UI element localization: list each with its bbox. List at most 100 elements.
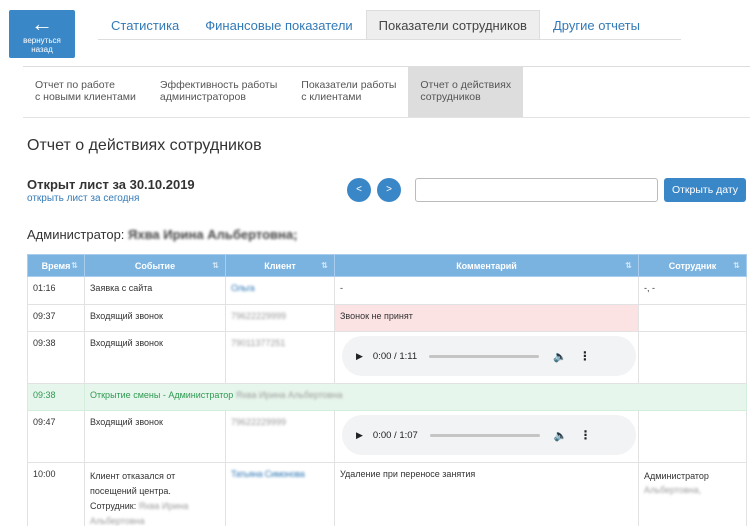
play-icon[interactable]: ▶	[356, 430, 363, 441]
tabs-divider	[98, 39, 681, 40]
client-phone: 79622229999	[231, 311, 287, 321]
admin-heading: Администратор: Яхва Ирина Альбертовна;	[27, 227, 297, 242]
event-employee-label: Сотрудник:	[90, 501, 137, 511]
more-options-icon[interactable]: ⋮	[580, 428, 592, 442]
client-link[interactable]: Татьяна Симонова	[231, 469, 305, 479]
admin-name: Яхва Ирина Альбертовна;	[128, 227, 298, 242]
cell-event: Входящий звонок	[84, 304, 226, 332]
sheet-title: Открыт лист за 30.10.2019	[27, 177, 195, 192]
player-time: 0:00 / 1:07	[372, 429, 418, 441]
player-seek-bar[interactable]	[429, 433, 540, 437]
back-button-label-1: вернуться	[23, 36, 61, 45]
table-row: 09:38 Входящий звонок 79011377251 ▶ 0:00…	[27, 331, 747, 384]
sort-icon: ⇅	[212, 261, 219, 270]
tab-financial[interactable]: Финансовые показатели	[192, 10, 365, 39]
employee-role: Администратор	[644, 471, 709, 481]
tab-employees[interactable]: Показатели сотрудников	[365, 10, 540, 39]
cell-employee	[638, 331, 747, 384]
cell-time: 09:38	[27, 383, 85, 411]
cell-event: Заявка с сайта	[84, 276, 226, 305]
open-date-button[interactable]: Открыть дату	[664, 178, 746, 202]
col-employee-label: Сотрудник	[668, 260, 717, 271]
event-employee-name: Яхва Ирина	[138, 501, 189, 511]
cell-employee	[638, 410, 747, 463]
col-employee[interactable]: Сотрудник ⇅	[638, 254, 747, 277]
sort-icon: ⇅	[625, 261, 632, 270]
admin-label: Администратор:	[27, 227, 125, 242]
client-link[interactable]: Ольга	[231, 283, 255, 293]
cell-comment: Звонок не принят	[334, 304, 639, 332]
cell-comment: ▶ 0:00 / 1:11 🔈 ⋮	[334, 331, 639, 384]
subtab-client-work[interactable]: Показатели работы с клиентами	[289, 67, 408, 117]
next-day-button[interactable]: >	[377, 178, 401, 202]
cell-client: 79622229999	[225, 410, 335, 463]
col-event-label: Событие	[134, 260, 176, 271]
event-line: Клиент отказался от	[90, 471, 176, 481]
volume-icon[interactable]: 🔈	[554, 429, 568, 442]
event-line: Сотрудник: Яхва Ирина	[90, 499, 220, 514]
col-comment[interactable]: Комментарий ⇅	[334, 254, 639, 277]
event-line: посещений центра.	[90, 486, 171, 496]
cell-time: 09:47	[27, 410, 85, 463]
cell-client[interactable]: Татьяна Симонова	[225, 462, 335, 526]
more-options-icon[interactable]: ⋮	[579, 349, 591, 363]
back-button[interactable]: ← вернуться назад	[9, 10, 75, 58]
col-comment-label: Комментарий	[456, 260, 517, 271]
col-client[interactable]: Клиент ⇅	[225, 254, 335, 277]
shift-event: Открытие смены - Администратор	[90, 390, 234, 400]
back-button-label-2: назад	[31, 45, 53, 54]
table-row: 09:47 Входящий звонок 79622229999 ▶ 0:00…	[27, 410, 747, 463]
table-row: 09:37 Входящий звонок 79622229999 Звонок…	[27, 304, 747, 332]
cell-client: 79011377251	[225, 331, 335, 384]
client-phone: 79011377251	[231, 338, 286, 348]
client-phone: 79622229999	[231, 417, 287, 427]
table-row: 01:16 Заявка с сайта Ольга - -, -	[27, 276, 747, 305]
cell-event: Входящий звонок	[84, 331, 226, 384]
cell-comment: Удаление при переносе занятия	[334, 462, 639, 526]
tab-other-reports[interactable]: Другие отчеты	[540, 10, 653, 39]
col-time-label: Время	[41, 260, 71, 271]
prev-day-button[interactable]: <	[347, 178, 371, 202]
player-seek-bar[interactable]	[429, 354, 540, 358]
sort-icon: ⇅	[321, 261, 328, 270]
cell-time: 01:16	[27, 276, 85, 305]
top-tabs: Статистика Финансовые показатели Показат…	[98, 10, 681, 40]
cell-client: 79622229999	[225, 304, 335, 332]
tab-statistics[interactable]: Статистика	[98, 10, 192, 39]
subtab-admin-efficiency[interactable]: Эффективность работы администраторов	[148, 67, 289, 117]
employee-name: Альбертовна,	[644, 485, 702, 495]
cell-time: 09:38	[27, 331, 85, 384]
col-time[interactable]: Время ⇅	[27, 254, 85, 277]
subtab-new-clients[interactable]: Отчет по работе с новыми клиентами	[23, 67, 148, 117]
sub-tabs: Отчет по работе с новыми клиентами Эффек…	[23, 66, 750, 118]
sort-icon: ⇅	[71, 261, 78, 270]
event-employee-name-2: Альбертовна	[90, 516, 145, 526]
cell-comment: ▶ 0:00 / 1:07 🔈 ⋮	[334, 410, 639, 463]
cell-event: Клиент отказался от посещений центра. Со…	[84, 462, 226, 526]
cell-client[interactable]: Ольга	[225, 276, 335, 305]
cell-event: Открытие смены - Администратор Яхва Ирин…	[84, 383, 747, 411]
cell-event: Входящий звонок	[84, 410, 226, 463]
open-today-link[interactable]: открыть лист за сегодня	[27, 193, 139, 204]
player-time: 0:00 / 1:11	[372, 350, 418, 362]
audio-player[interactable]: ▶ 0:00 / 1:07 🔈 ⋮	[342, 415, 636, 455]
cell-employee: -, -	[638, 276, 747, 305]
col-event[interactable]: Событие ⇅	[84, 254, 226, 277]
page-title: Отчет о действиях сотрудников	[27, 137, 262, 154]
play-icon[interactable]: ▶	[356, 351, 363, 362]
cell-time: 09:37	[27, 304, 85, 332]
audio-player[interactable]: ▶ 0:00 / 1:11 🔈 ⋮	[342, 336, 636, 376]
table-row: 10:00 Клиент отказался от посещений цент…	[27, 462, 747, 526]
cell-comment: -	[334, 276, 639, 305]
cell-employee: Администратор Альбертовна,	[638, 462, 747, 526]
actions-table: Время ⇅ Событие ⇅ Клиент ⇅ Комментарий ⇅ Сот…	[27, 254, 750, 526]
shift-employee-name: Яхва Ирина Альбертовна	[235, 390, 343, 400]
subtab-employee-actions[interactable]: Отчет о действиях сотрудников	[408, 67, 524, 117]
arrow-left-icon: ←	[31, 11, 53, 36]
date-input[interactable]	[415, 178, 658, 202]
volume-icon[interactable]: 🔈	[553, 350, 567, 363]
col-client-label: Клиент	[264, 260, 296, 271]
table-row: 09:38 Открытие смены - Администратор Яхв…	[27, 383, 747, 411]
sort-icon: ⇅	[733, 261, 740, 270]
cell-employee	[638, 304, 747, 332]
